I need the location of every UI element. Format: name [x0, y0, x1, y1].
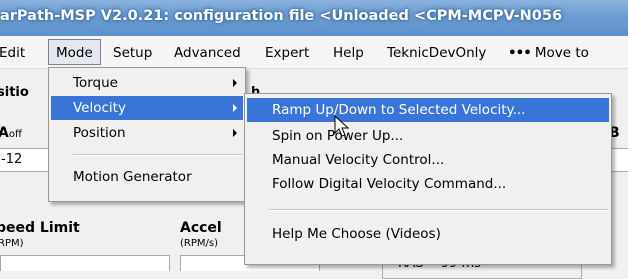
menu-mode[interactable]: Mode [48, 39, 101, 65]
menu-advanced[interactable]: Advanced [174, 43, 241, 63]
channel-a-label: Aoff [0, 125, 22, 141]
speed-limit-unit: RPM) [0, 238, 24, 249]
menu-teknicdevonly[interactable]: TeknicDevOnly [387, 43, 486, 63]
mouse-pointer-icon [334, 115, 350, 137]
window-title: arPath-MSP V2.0.21: configuration file <… [0, 8, 563, 24]
menu-item-motion-generator[interactable]: Motion Generator [51, 165, 243, 189]
menu-item-follow-digital-velocity[interactable]: Follow Digital Velocity Command... [247, 172, 609, 196]
menu-item-torque[interactable]: Torque [51, 71, 243, 95]
speed-limit-input[interactable] [0, 255, 170, 271]
menu-move-to-label: Move to [534, 45, 589, 61]
menu-item-manual-velocity-control[interactable]: Manual Velocity Control... [247, 148, 609, 172]
menu-item-position[interactable]: Position [51, 121, 243, 145]
accel-label: Accel [180, 220, 222, 236]
menu-item-velocity[interactable]: Velocity [51, 96, 243, 120]
menu-move-to[interactable]: ••• Move to [508, 43, 589, 63]
submenu-arrow-icon [233, 79, 237, 87]
menu-item-help-me-choose[interactable]: Help Me Choose (Videos) [247, 222, 609, 246]
dots-icon: ••• [508, 45, 532, 61]
accel-unit: (RPM/s) [180, 238, 218, 249]
menu-setup[interactable]: Setup [113, 43, 152, 63]
menu-item-spin-on-power-up[interactable]: Spin on Power Up... [247, 124, 609, 148]
menu-expert[interactable]: Expert [265, 43, 309, 63]
menu-edit[interactable]: Edit [0, 43, 25, 63]
speed-limit-label: peed Limit [0, 220, 80, 236]
menu-separator [73, 154, 242, 156]
mode-dropdown-menu: Torque Velocity Position Motion Generato… [48, 67, 246, 202]
menu-help[interactable]: Help [333, 43, 364, 63]
menu-separator [269, 209, 608, 211]
menu-item-ramp-up-down[interactable]: Ramp Up/Down to Selected Velocity... [247, 98, 609, 122]
submenu-arrow-icon [233, 104, 237, 112]
tab-position[interactable]: sitioh [0, 85, 260, 100]
menu-bar: Edit Mode Setup Advanced Expert Help Tek… [0, 36, 628, 69]
submenu-arrow-icon [233, 129, 237, 137]
title-bar: arPath-MSP V2.0.21: configuration file <… [0, 0, 628, 36]
velocity-submenu: Ramp Up/Down to Selected Velocity... Spi… [244, 93, 612, 265]
